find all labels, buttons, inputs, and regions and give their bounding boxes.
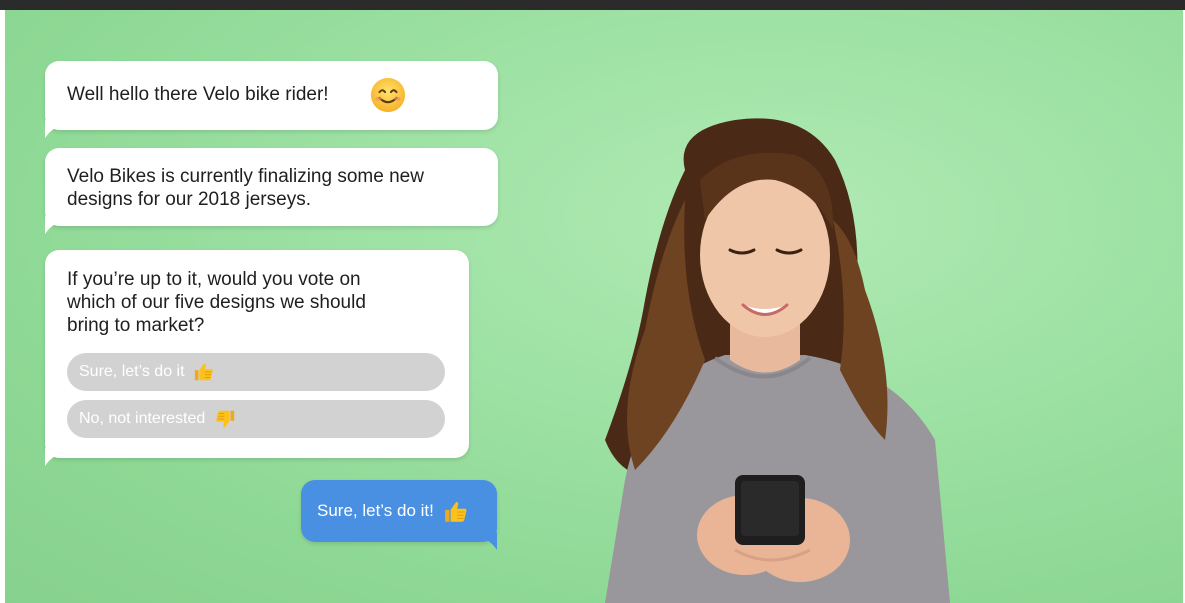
info-text-line-2: designs for our 2018 jerseys. bbox=[67, 189, 311, 210]
question-text-line-2: which of our five designs we should bbox=[67, 292, 366, 313]
option-yes-label: Sure, let’s do it bbox=[79, 363, 185, 380]
option-yes-button[interactable]: Sure, let’s do it bbox=[67, 353, 445, 391]
question-text-line-1: If you’re up to it, would you vote on bbox=[67, 269, 361, 290]
option-no-button[interactable]: No, not interested bbox=[67, 400, 445, 438]
option-no-label: No, not interested bbox=[79, 410, 206, 427]
question-text-line-3: bring to market? bbox=[67, 315, 205, 336]
info-bubble: Velo Bikes is currently finalizing some … bbox=[45, 148, 498, 234]
thumbs-down-icon bbox=[215, 410, 234, 428]
user-reply-text: Sure, let’s do it! bbox=[317, 501, 434, 520]
top-bar bbox=[0, 0, 1185, 10]
info-text-line-1: Velo Bikes is currently finalizing some … bbox=[67, 166, 424, 187]
hero-background: Well hello there Velo bike rider! Velo B… bbox=[5, 10, 1183, 603]
greeting-text: Well hello there Velo bike rider! bbox=[67, 84, 329, 105]
user-reply-bubble: Sure, let’s do it! bbox=[301, 480, 497, 550]
bubble-tail bbox=[45, 448, 62, 466]
greeting-bubble: Well hello there Velo bike rider! bbox=[45, 61, 498, 138]
question-bubble: If you’re up to it, would you vote on wh… bbox=[45, 250, 469, 466]
bubble-tail bbox=[480, 532, 497, 550]
thumbs-up-icon bbox=[194, 363, 213, 381]
woman-with-phone-photo bbox=[605, 118, 950, 603]
thumbs-up-icon bbox=[444, 501, 466, 522]
bubble-tail bbox=[45, 216, 62, 234]
smiling-face-icon bbox=[370, 77, 406, 113]
bubble-tail bbox=[45, 120, 62, 138]
